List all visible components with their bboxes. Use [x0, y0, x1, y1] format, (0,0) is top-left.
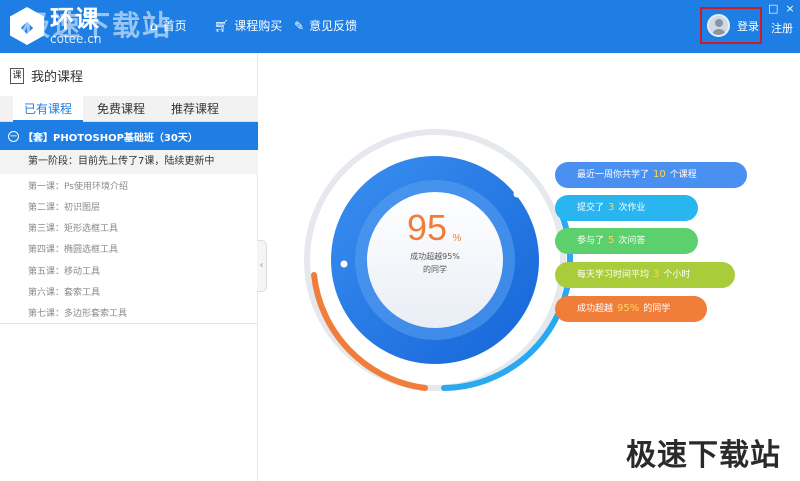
- pill-text: 的同学: [643, 304, 671, 314]
- lesson-item[interactable]: 第二课：初识图层: [28, 200, 100, 213]
- stat-pill-courses: 最近一周你共学了 10 个课程: [555, 162, 747, 188]
- tab-owned[interactable]: 已有课程: [13, 96, 83, 122]
- pill-number: 10: [653, 169, 666, 180]
- pill-number: 5: [608, 235, 615, 246]
- pill-number: 3: [608, 202, 615, 213]
- course-header[interactable]: − 【套】PHOTOSHOP基础班（30天）: [0, 122, 258, 150]
- nav-purchase-label: 课程购买: [234, 19, 283, 33]
- stat-pill-study-time: 每天学习时间平均 3 个小时: [555, 262, 735, 288]
- login-area[interactable]: 登录: [700, 7, 762, 44]
- lesson-item[interactable]: 第四课：椭圆选框工具: [28, 242, 118, 255]
- stage-row[interactable]: 第一阶段：目前先上传了7课，陆续更新中: [0, 150, 258, 174]
- lesson-item[interactable]: 第三课：矩形选框工具: [28, 221, 118, 234]
- percent-value: 95: [407, 207, 447, 248]
- lesson-item[interactable]: 第七课：多边形套索工具: [28, 306, 127, 319]
- login-link[interactable]: 登录: [737, 18, 759, 34]
- pill-text: 次作业: [618, 203, 646, 213]
- top-bar: ◆ 环课 cotee.cn 极速下载站 ⌂ 首页 🛒︎ 课程购买 ✎ 意见反馈 …: [0, 0, 800, 53]
- sidebar-title: 我的课程: [31, 70, 84, 85]
- tab-free[interactable]: 免费课程: [86, 96, 156, 122]
- pill-number: 3: [653, 269, 660, 280]
- course-book-icon: 课: [10, 67, 24, 84]
- lesson-item[interactable]: 第一课：Ps使用环境介绍: [28, 179, 128, 192]
- orbit-dot: [340, 260, 348, 268]
- stat-pill-homework: 提交了 3 次作业: [555, 195, 698, 221]
- percent-caption-2: 的同学: [423, 264, 447, 274]
- course-tabs: 已有课程 免费课程 推荐课程: [0, 96, 258, 122]
- nav-home-label: 首页: [162, 19, 187, 33]
- nav-feedback[interactable]: ✎ 意见反馈: [294, 17, 357, 34]
- register-link[interactable]: 注册: [771, 20, 793, 36]
- pencil-icon: ✎: [294, 18, 305, 33]
- watermark-bottom: 极速下载站: [626, 438, 781, 473]
- pill-text: 参与了: [577, 236, 605, 246]
- stat-pill-qa: 参与了 5 次问答: [555, 228, 698, 254]
- lesson-item[interactable]: 第六课：套索工具: [28, 285, 100, 298]
- restore-icon[interactable]: □: [768, 3, 778, 14]
- pill-number: 95%: [617, 303, 640, 314]
- sidebar-header: 课 我的课程: [10, 66, 83, 85]
- cart-icon: 🛒︎: [214, 18, 230, 33]
- course-title: 【套】PHOTOSHOP基础班（30天）: [23, 132, 198, 144]
- stats-graphic: 95 % 成功超越95% 的同学: [304, 129, 574, 391]
- collapse-toggle-icon[interactable]: −: [8, 130, 19, 142]
- avatar[interactable]: [707, 14, 730, 37]
- pill-text: 成功超越: [577, 304, 614, 314]
- lesson-item[interactable]: 第五课：移动工具: [28, 264, 100, 277]
- pill-text: 每天学习时间平均: [577, 270, 650, 280]
- nav-feedback-label: 意见反馈: [309, 19, 358, 33]
- pill-text: 最近一周你共学了: [577, 170, 650, 180]
- nav-home[interactable]: ⌂ 首页: [150, 17, 187, 34]
- sidebar-divider: [0, 323, 258, 324]
- pill-text: 个课程: [669, 170, 697, 180]
- pill-text: 提交了: [577, 203, 605, 213]
- percent-sign: %: [453, 233, 462, 244]
- stat-pill-rank: 成功超越 95% 的同学: [555, 296, 707, 322]
- percent-caption-1: 成功超越95%: [410, 251, 460, 261]
- close-icon[interactable]: ×: [785, 3, 795, 14]
- nav-purchase[interactable]: 🛒︎ 课程购买: [214, 17, 282, 34]
- pill-text: 个小时: [663, 270, 691, 280]
- tab-recommended[interactable]: 推荐课程: [160, 96, 230, 122]
- sidebar: 课 我的课程 已有课程 免费课程 推荐课程 − 【套】PHOTOSHOP基础班（…: [0, 53, 258, 481]
- pill-text: 次问答: [618, 236, 646, 246]
- orbit-dot: [513, 190, 521, 198]
- home-icon: ⌂: [150, 18, 158, 33]
